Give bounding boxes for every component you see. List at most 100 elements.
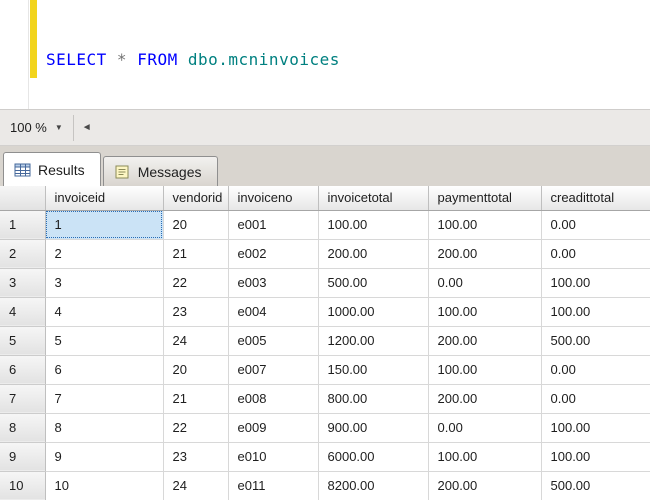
grid-cell[interactable]: 20 (163, 355, 228, 384)
grid-cell[interactable]: 200.00 (428, 384, 541, 413)
grid-cell[interactable]: e010 (228, 442, 318, 471)
grid-cell[interactable]: 100.00 (541, 442, 650, 471)
row-header[interactable]: 1 (0, 210, 45, 239)
grid-cell[interactable]: 23 (163, 297, 228, 326)
zoom-dropdown[interactable]: 100 % ▼ (2, 115, 73, 141)
grid-cell[interactable]: 0.00 (541, 384, 650, 413)
grid-cell[interactable]: 800.00 (318, 384, 428, 413)
grid-cell[interactable]: 24 (163, 326, 228, 355)
table-row: 7721e008800.00200.000.00 (0, 384, 650, 413)
grid-cell[interactable]: 21 (163, 384, 228, 413)
grid-cell[interactable]: 2 (45, 239, 163, 268)
table-row: 1120e001100.00100.000.00 (0, 210, 650, 239)
results-grid-icon (14, 162, 31, 178)
grid-cell[interactable]: 8200.00 (318, 471, 428, 500)
editor-gutter-divider (28, 0, 29, 109)
grid-cell[interactable]: 0.00 (541, 210, 650, 239)
grid-cell[interactable]: 4 (45, 297, 163, 326)
grid-cell[interactable]: 900.00 (318, 413, 428, 442)
grid-cell[interactable]: 100.00 (318, 210, 428, 239)
column-header-invoiceno[interactable]: invoiceno (228, 186, 318, 210)
grid-cell[interactable]: 3 (45, 268, 163, 297)
table-row: 2221e002200.00200.000.00 (0, 239, 650, 268)
grid-cell[interactable]: 200.00 (428, 326, 541, 355)
tab-results-label: Results (38, 162, 85, 178)
scrollbar-left-arrow-icon[interactable]: ◄ (74, 122, 100, 133)
grid-cell[interactable]: 100.00 (428, 210, 541, 239)
grid-cell[interactable]: 0.00 (428, 268, 541, 297)
column-header-paymenttotal[interactable]: paymenttotal (428, 186, 541, 210)
grid-cell[interactable]: 0.00 (541, 239, 650, 268)
select-all-corner[interactable] (0, 186, 45, 210)
grid-cell[interactable]: 200.00 (318, 239, 428, 268)
grid-cell[interactable]: e007 (228, 355, 318, 384)
row-header[interactable]: 4 (0, 297, 45, 326)
grid-cell[interactable]: 1200.00 (318, 326, 428, 355)
grid-cell[interactable]: 24 (163, 471, 228, 500)
column-header-creadittotal[interactable]: creadittotal (541, 186, 650, 210)
table-row: 4423e0041000.00100.00100.00 (0, 297, 650, 326)
grid-cell[interactable]: 100.00 (541, 297, 650, 326)
grid-cell[interactable]: 100.00 (541, 413, 650, 442)
row-header[interactable]: 3 (0, 268, 45, 297)
column-header-vendorid[interactable]: vendorid (163, 186, 228, 210)
sql-query-line[interactable]: SELECT * FROM dbo.mcninvoices (46, 50, 340, 69)
grid-cell[interactable]: 9 (45, 442, 163, 471)
grid-cell[interactable]: 6000.00 (318, 442, 428, 471)
grid-cell[interactable]: 7 (45, 384, 163, 413)
grid-cell[interactable]: 10 (45, 471, 163, 500)
row-header[interactable]: 7 (0, 384, 45, 413)
grid-cell[interactable]: 5 (45, 326, 163, 355)
editor-bottom-strip: 100 % ▼ ◄ (0, 110, 650, 146)
grid-cell[interactable]: 150.00 (318, 355, 428, 384)
grid-cell[interactable]: 21 (163, 239, 228, 268)
row-header[interactable]: 10 (0, 471, 45, 500)
grid-cell[interactable]: 23 (163, 442, 228, 471)
grid-cell[interactable]: 22 (163, 413, 228, 442)
column-header-invoicetotal[interactable]: invoicetotal (318, 186, 428, 210)
grid-cell[interactable]: 200.00 (428, 471, 541, 500)
grid-cell[interactable]: e011 (228, 471, 318, 500)
grid-cell[interactable]: 100.00 (428, 442, 541, 471)
grid-cell[interactable]: 1 (45, 210, 163, 239)
grid-cell[interactable]: 0.00 (428, 413, 541, 442)
row-header[interactable]: 6 (0, 355, 45, 384)
grid-cell[interactable]: 20 (163, 210, 228, 239)
tab-results[interactable]: Results (3, 152, 101, 186)
grid-cell[interactable]: e003 (228, 268, 318, 297)
grid-cell[interactable]: e004 (228, 297, 318, 326)
grid-cell[interactable]: 500.00 (541, 326, 650, 355)
grid-cell[interactable]: 500.00 (541, 471, 650, 500)
grid-cell[interactable]: 0.00 (541, 355, 650, 384)
grid-cell[interactable]: 500.00 (318, 268, 428, 297)
table-row: 5524e0051200.00200.00500.00 (0, 326, 650, 355)
row-header[interactable]: 9 (0, 442, 45, 471)
grid-body: 1120e001100.00100.000.002221e002200.0020… (0, 210, 650, 500)
grid-cell[interactable]: 1000.00 (318, 297, 428, 326)
row-header[interactable]: 2 (0, 239, 45, 268)
row-header[interactable]: 5 (0, 326, 45, 355)
table-row: 6620e007150.00100.000.00 (0, 355, 650, 384)
grid-cell[interactable]: e001 (228, 210, 318, 239)
grid-cell[interactable]: 100.00 (541, 268, 650, 297)
grid-cell[interactable]: 100.00 (428, 355, 541, 384)
grid-cell[interactable]: 22 (163, 268, 228, 297)
results-grid: invoiceidvendoridinvoicenoinvoicetotalpa… (0, 186, 650, 500)
sql-token: dbo.mcninvoices (178, 50, 340, 69)
grid-cell[interactable]: e008 (228, 384, 318, 413)
sql-token: SELECT (46, 50, 107, 69)
row-header[interactable]: 8 (0, 413, 45, 442)
grid-header-row: invoiceidvendoridinvoicenoinvoicetotalpa… (0, 186, 650, 210)
grid-cell[interactable]: 100.00 (428, 297, 541, 326)
grid-cell[interactable]: 200.00 (428, 239, 541, 268)
column-header-invoiceid[interactable]: invoiceid (45, 186, 163, 210)
grid-cell[interactable]: 6 (45, 355, 163, 384)
tab-messages[interactable]: Messages (103, 156, 218, 186)
sql-editor-pane[interactable]: SELECT * FROM dbo.mcninvoices (0, 0, 650, 110)
grid-cell[interactable]: e002 (228, 239, 318, 268)
grid-cell[interactable]: e009 (228, 413, 318, 442)
grid-cell[interactable]: 8 (45, 413, 163, 442)
change-tracking-bar (30, 0, 37, 78)
sql-token: FROM (137, 50, 178, 69)
grid-cell[interactable]: e005 (228, 326, 318, 355)
